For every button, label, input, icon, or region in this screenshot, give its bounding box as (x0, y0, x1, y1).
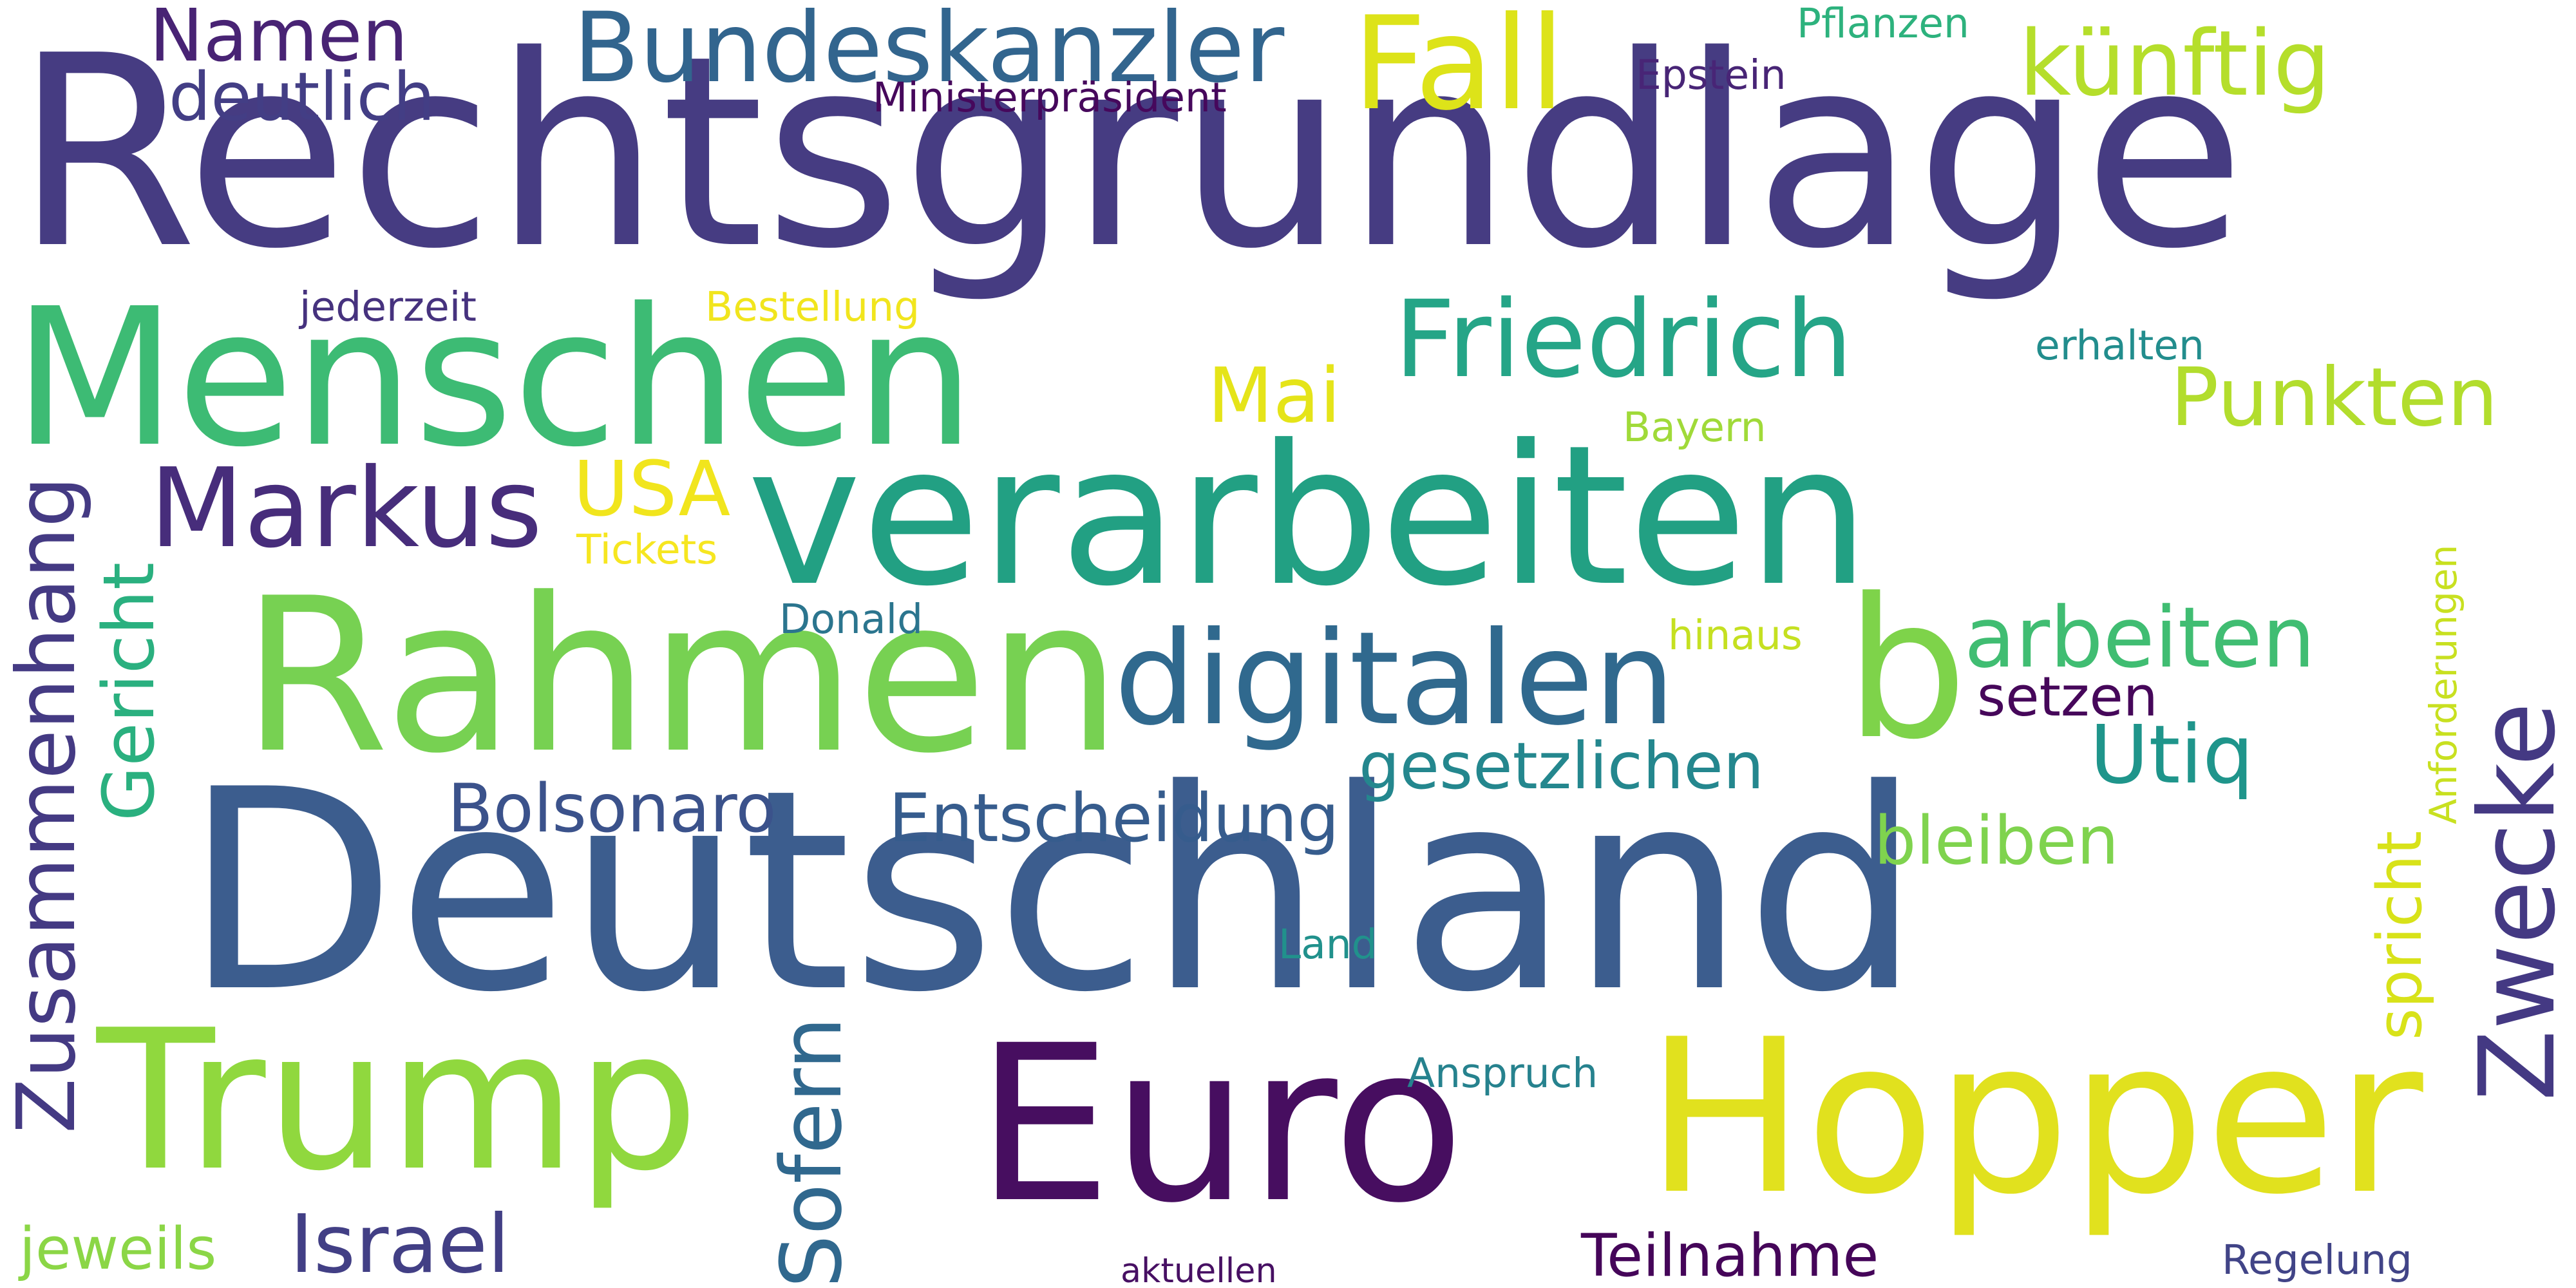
word-kuenftig: künftig (2019, 12, 2331, 117)
word-ministerpraesident: Ministerpräsident (873, 74, 1227, 121)
word-mai: Mai (1208, 351, 1341, 440)
word-punkten: Punkten (2170, 351, 2499, 444)
word-bayern: Bayern (1623, 404, 1766, 451)
word-usa: USA (573, 444, 731, 533)
word-land: Land (1278, 921, 1378, 968)
word-sofern: Sofern (762, 1016, 860, 1288)
word-regelung: Regelung (2222, 1236, 2412, 1283)
word-rahmen: Rahmen (242, 553, 1122, 800)
word-fall: Fall (1352, 0, 1566, 139)
word-trump: Trump (97, 989, 699, 1213)
word-aktuellen: aktuellen (1121, 1251, 1277, 1288)
word-israel: Israel (290, 1198, 510, 1288)
word-anspruch: Anspruch (1407, 1050, 1598, 1097)
word-gericht: Gericht (88, 562, 170, 821)
word-donald: Donald (779, 596, 923, 643)
word-cloud: Rechtsgrundlage Deutschland verarbeiten … (0, 0, 2576, 1288)
word-bestellung: Bestellung (705, 283, 920, 330)
word-spricht: spricht (2365, 831, 2436, 1040)
word-deutlich: deutlich (169, 59, 435, 136)
word-jederzeit: jederzeit (299, 283, 477, 330)
word-erhalten: erhalten (2035, 322, 2204, 369)
word-teilnahme: Teilnahme (1581, 1222, 1879, 1288)
word-pflanzen: Pflanzen (1797, 0, 1969, 47)
word-digitalen: digitalen (1114, 604, 1676, 754)
word-friedrich: Friedrich (1394, 278, 1853, 401)
word-euro: Euro (976, 999, 1465, 1251)
word-hinaus: hinaus (1668, 612, 1803, 659)
word-bleiben: bleiben (1874, 802, 2119, 880)
word-markus: Markus (149, 445, 543, 573)
word-tickets: Tickets (576, 526, 718, 573)
word-bolsonaro: Bolsonaro (448, 770, 777, 848)
word-entscheidung: Entscheidung (889, 780, 1340, 857)
word-zusammenhang: Zusammenhang (0, 476, 93, 1133)
word-b: b (1845, 557, 1968, 782)
word-anforderungen: Anforderungen (2421, 544, 2465, 824)
word-zwecke: Zwecke (2458, 702, 2576, 1101)
word-setzen: setzen (1977, 665, 2158, 729)
word-gesetzlichen: gesetzlichen (1359, 728, 1765, 804)
word-hopper: Hopper (1645, 994, 2423, 1241)
word-jeweils: jeweils (19, 1215, 217, 1283)
word-epstein: Epstein (1636, 52, 1786, 99)
